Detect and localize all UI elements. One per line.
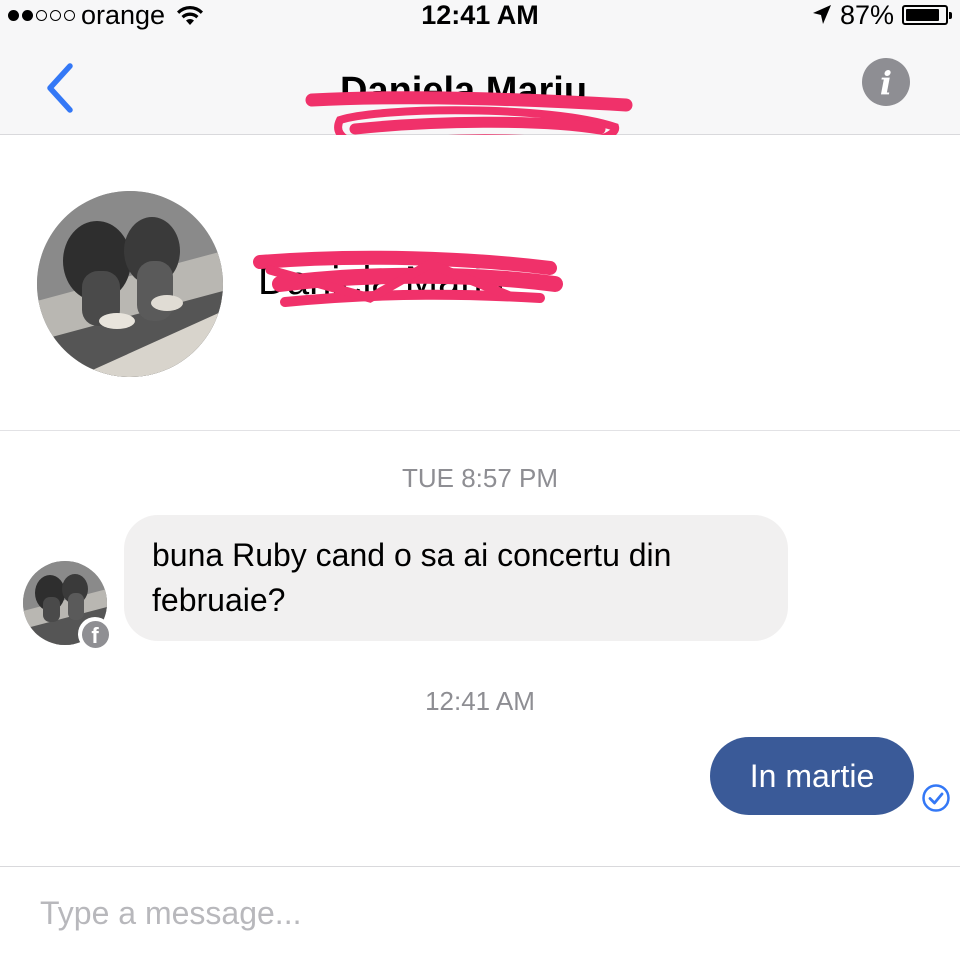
message-timestamp: TUE 8:57 PM <box>401 463 559 493</box>
conversation-title[interactable]: Daniela Mariu <box>340 68 587 114</box>
contact-avatar-large[interactable] <box>37 191 223 377</box>
facebook-badge: f <box>78 617 112 651</box>
battery-fill <box>906 9 940 21</box>
info-button[interactable]: i <box>862 58 910 106</box>
back-button[interactable] <box>38 60 82 116</box>
battery-icon <box>902 5 952 25</box>
contact-photo <box>37 191 223 377</box>
location-arrow-icon <box>812 5 831 24</box>
message-composer <box>0 866 960 958</box>
conversation-nav-bar: Daniela Mariu i <box>0 30 960 160</box>
outgoing-message-bubble[interactable]: In martie <box>710 737 914 815</box>
message-input[interactable] <box>38 889 922 937</box>
profile-header: Daniela Mariu <box>0 135 960 431</box>
status-bar: orange 12:41 AM 87% <box>0 0 960 30</box>
incoming-message-bubble[interactable]: buna Ruby cand o sa ai concertu din febr… <box>124 515 788 641</box>
contact-name: Daniela Mariu <box>258 259 505 303</box>
chevron-left-icon <box>47 63 73 113</box>
battery-percentage: 87% <box>839 0 894 30</box>
facebook-icon: f <box>81 620 109 648</box>
message-timestamp: 12:41 AM <box>425 686 535 716</box>
status-bar-right: 87% <box>812 0 952 30</box>
sent-check-icon <box>922 784 950 812</box>
messenger-conversation-screen: orange 12:41 AM 87% Daniela Mariu i Dani… <box>0 0 960 958</box>
info-icon: i <box>879 64 893 102</box>
